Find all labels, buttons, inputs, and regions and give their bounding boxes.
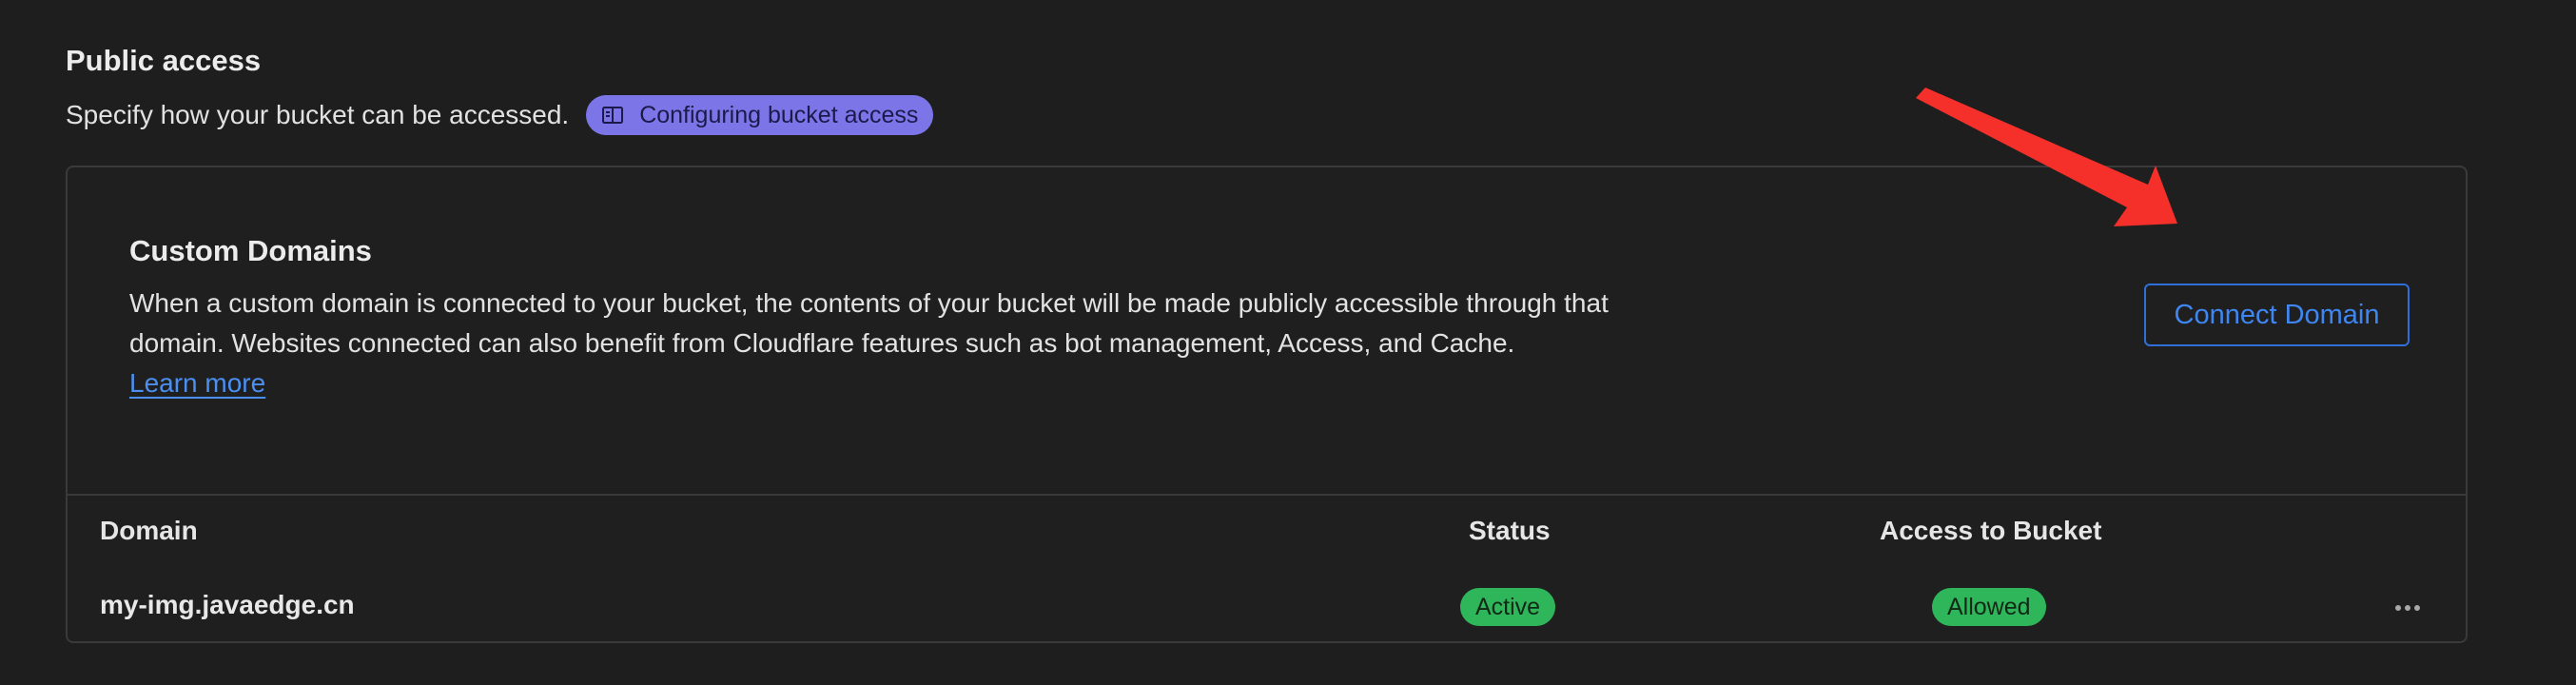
learn-more-link[interactable]: Learn more: [129, 368, 265, 398]
book-icon: [602, 107, 624, 124]
column-header-status: Status: [1469, 516, 1551, 545]
public-access-description: Specify how your bucket can be accessed.: [66, 100, 570, 129]
status-badge: Active: [1460, 588, 1556, 626]
column-header-domain: Domain: [100, 516, 198, 545]
configuring-bucket-access-label: Configuring bucket access: [639, 101, 919, 128]
more-horizontal-icon[interactable]: [2389, 594, 2427, 622]
public-access-description-row: Specify how your bucket can be accessed.…: [66, 95, 934, 135]
public-access-heading: Public access: [66, 44, 262, 77]
column-header-access: Access to Bucket: [1880, 516, 2102, 545]
custom-domains-description: When a custom domain is connected to you…: [129, 284, 1689, 403]
card-divider: [68, 494, 2466, 496]
access-badge: Allowed: [1932, 588, 2046, 626]
domain-cell: my-img.javaedge.cn: [100, 590, 355, 619]
connect-domain-button[interactable]: Connect Domain: [2144, 284, 2410, 346]
configuring-bucket-access-link[interactable]: Configuring bucket access: [586, 95, 934, 135]
custom-domains-card: Custom Domains When a custom domain is c…: [66, 166, 2468, 643]
custom-domains-heading: Custom Domains: [129, 234, 372, 267]
r2-bucket-settings-page: Public access Specify how your bucket ca…: [0, 0, 2576, 685]
custom-domains-description-text: When a custom domain is connected to you…: [129, 288, 1609, 358]
